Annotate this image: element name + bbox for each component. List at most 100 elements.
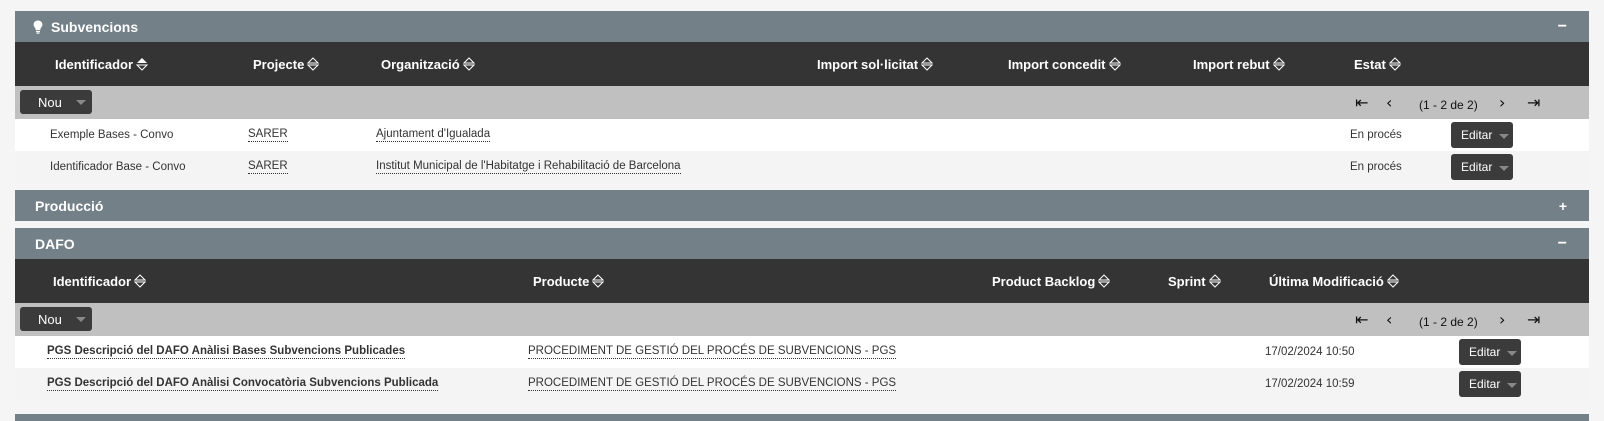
chevron-down-icon[interactable] <box>1499 166 1509 171</box>
column-label: Identificador <box>53 273 132 289</box>
first-page-icon[interactable]: ⇤ <box>1355 93 1368 112</box>
sort-icon <box>1208 274 1221 288</box>
subvencions-table-header: Identificador Projecte Organització Impo… <box>15 42 1589 86</box>
chevron-down-icon[interactable] <box>1499 134 1509 139</box>
identificador-link[interactable]: PGS Descripció del DAFO Anàlisi Bases Su… <box>47 345 406 359</box>
edit-button[interactable]: Editar <box>1451 154 1513 180</box>
producte-link[interactable]: PROCEDIMENT DE GESTIÓ DEL PROCÉS DE SUBV… <box>528 377 897 391</box>
edit-button-label: Editar <box>1461 128 1493 142</box>
edit-button-label: Editar <box>1461 160 1493 174</box>
prev-page-icon[interactable]: ‹ <box>1386 93 1392 112</box>
column-sprint[interactable]: Sprint <box>1168 259 1221 303</box>
projecte-link[interactable]: SARER <box>248 160 288 174</box>
sort-icon <box>1098 274 1111 288</box>
produccio-title: Producció <box>35 197 104 214</box>
pager-info: (1 - 2 de 2) <box>1419 315 1478 329</box>
cell-identificador: Identificador Base - Convo <box>50 161 186 173</box>
column-import-concedit[interactable]: Import concedit <box>1008 42 1121 86</box>
column-label: Organització <box>381 56 460 72</box>
column-import-rebut[interactable]: Import rebut <box>1193 42 1285 86</box>
column-label: Import rebut <box>1193 56 1270 72</box>
chevron-down-icon[interactable] <box>76 317 86 322</box>
column-label: Import concedit <box>1008 56 1106 72</box>
column-organitzacio[interactable]: Organització <box>381 42 475 86</box>
edit-button[interactable]: Editar <box>1459 371 1521 397</box>
sort-icon <box>307 57 320 71</box>
subvencions-toolbar: Nou ⇤ ‹ (1 - 2 de 2) › ⇥ <box>15 86 1589 119</box>
next-page-icon[interactable]: › <box>1499 93 1505 112</box>
dafo-table-header: Identificador Producte Product Backlog S… <box>15 259 1589 303</box>
collapse-toggle[interactable]: − <box>1558 228 1567 259</box>
identificador-link[interactable]: PGS Descripció del DAFO Anàlisi Convocat… <box>47 377 439 391</box>
new-button-label: Nou <box>38 311 62 327</box>
new-button[interactable]: Nou <box>20 90 92 114</box>
chevron-down-icon[interactable] <box>1507 351 1517 356</box>
subvencions-panel-header[interactable]: Subvencions − <box>15 11 1589 42</box>
cell-modificacio: 17/02/2024 10:59 <box>1265 378 1355 390</box>
column-label: Producte <box>533 273 590 289</box>
column-projecte[interactable]: Projecte <box>253 42 320 86</box>
sort-icon <box>921 57 934 71</box>
column-producte[interactable]: Producte <box>533 259 605 303</box>
dafo-title: DAFO <box>35 235 75 252</box>
cell-estat: En procés <box>1350 129 1402 141</box>
column-import-sollicitat[interactable]: Import sol·licitat <box>817 42 934 86</box>
next-panel-header-partial <box>15 414 1589 421</box>
produccio-panel-header[interactable]: Producció + <box>15 190 1589 221</box>
table-row: PGS Descripció del DAFO Anàlisi Bases Su… <box>15 336 1589 368</box>
edit-button-label: Editar <box>1469 377 1501 391</box>
sort-icon <box>1388 57 1401 71</box>
produccio-panel: Producció + <box>15 190 1589 221</box>
column-label: Product Backlog <box>992 273 1096 289</box>
column-estat[interactable]: Estat <box>1354 42 1401 86</box>
edit-button[interactable]: Editar <box>1459 339 1521 365</box>
sort-icon <box>1272 57 1285 71</box>
lightbulb-icon <box>33 20 43 34</box>
sort-icon <box>134 274 147 288</box>
last-page-icon[interactable]: ⇥ <box>1527 310 1540 329</box>
sort-icon <box>1108 57 1121 71</box>
sort-icon <box>1386 274 1399 288</box>
edit-button[interactable]: Editar <box>1451 122 1513 148</box>
expand-toggle[interactable]: + <box>1559 190 1567 221</box>
cell-modificacio: 17/02/2024 10:50 <box>1265 346 1355 358</box>
subvencions-panel: Subvencions − Identificador Projecte Org… <box>15 11 1589 183</box>
column-label: Última Modificació <box>1269 273 1384 289</box>
next-page-icon[interactable]: › <box>1499 310 1505 329</box>
sort-asc-icon <box>136 58 149 71</box>
chevron-down-icon[interactable] <box>1507 383 1517 388</box>
last-page-icon[interactable]: ⇥ <box>1527 93 1540 112</box>
column-ultima-modificacio[interactable]: Última Modificació <box>1269 259 1399 303</box>
organitzacio-link[interactable]: Ajuntament d'Igualada <box>376 128 491 142</box>
sort-icon <box>462 57 475 71</box>
column-product-backlog[interactable]: Product Backlog <box>992 259 1111 303</box>
sort-icon <box>592 274 605 288</box>
column-label: Import sol·licitat <box>817 56 919 72</box>
new-button[interactable]: Nou <box>20 307 92 331</box>
chevron-down-icon[interactable] <box>76 100 86 105</box>
table-row: Exemple Bases - Convo SARER Ajuntament d… <box>15 119 1589 151</box>
edit-button-label: Editar <box>1469 345 1501 359</box>
column-label: Estat <box>1354 56 1386 72</box>
subvencions-title: Subvencions <box>51 18 139 35</box>
producte-link[interactable]: PROCEDIMENT DE GESTIÓ DEL PROCÉS DE SUBV… <box>528 345 897 359</box>
dafo-toolbar: Nou ⇤ ‹ (1 - 2 de 2) › ⇥ <box>15 303 1589 336</box>
cell-identificador: Exemple Bases - Convo <box>50 129 174 141</box>
table-row: Identificador Base - Convo SARER Institu… <box>15 151 1589 183</box>
column-identificador[interactable]: Identificador <box>53 259 147 303</box>
dafo-panel-header[interactable]: DAFO − <box>15 228 1589 259</box>
column-identificador[interactable]: Identificador <box>55 42 149 86</box>
prev-page-icon[interactable]: ‹ <box>1386 310 1392 329</box>
collapse-toggle[interactable]: − <box>1558 11 1567 42</box>
organitzacio-link[interactable]: Institut Municipal de l'Habitatge i Reha… <box>376 160 681 174</box>
column-label: Identificador <box>55 56 134 72</box>
column-label: Projecte <box>253 56 305 72</box>
column-label: Sprint <box>1168 273 1206 289</box>
projecte-link[interactable]: SARER <box>248 128 288 142</box>
new-button-label: Nou <box>38 94 62 110</box>
pager-info: (1 - 2 de 2) <box>1419 98 1478 112</box>
table-row: PGS Descripció del DAFO Anàlisi Convocat… <box>15 368 1589 400</box>
first-page-icon[interactable]: ⇤ <box>1355 310 1368 329</box>
dafo-panel: DAFO − Identificador Producte Product Ba… <box>15 228 1589 400</box>
cell-estat: En procés <box>1350 161 1402 173</box>
